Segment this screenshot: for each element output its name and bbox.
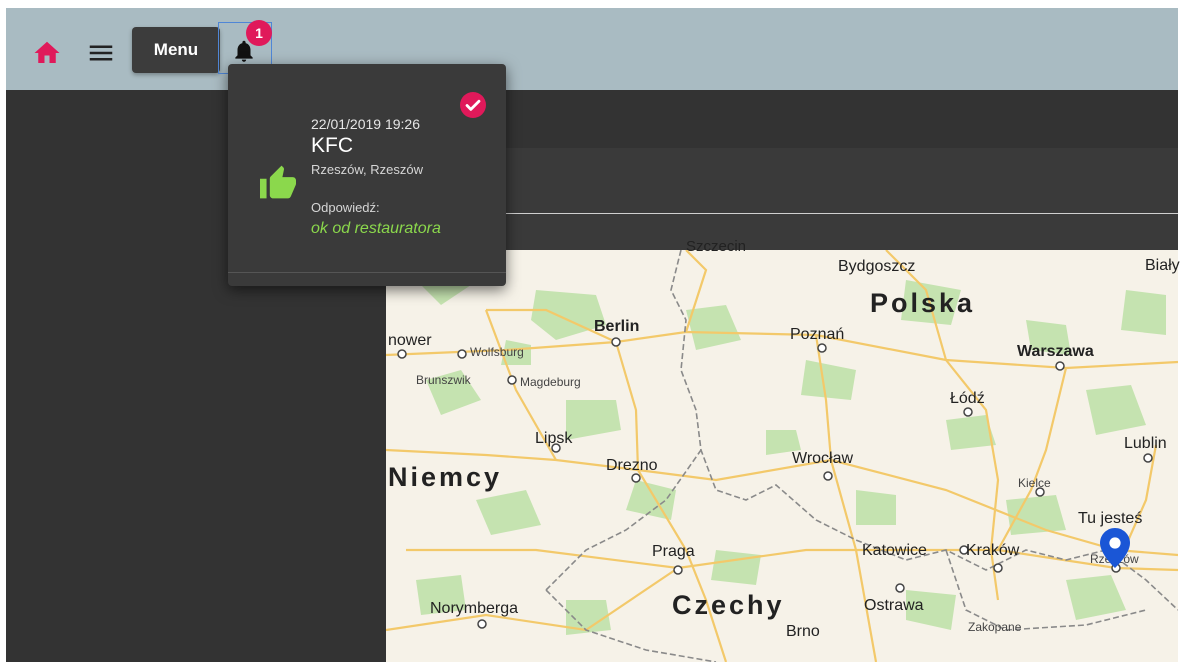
popup-divider [228,272,506,273]
city-label-norymberga: Norymberga [430,600,519,617]
country-label-niemcy: Niemcy [388,462,503,492]
city-label-lipsk: Lipsk [535,430,573,447]
city-label-lodz: Łódź [950,390,985,407]
city-label-berlin: Berlin [594,318,640,335]
city-label-kielce: Kielce [1018,476,1051,490]
you-are-here-label: Tu jesteś [1078,510,1143,527]
city-label-magdeburg: Magdeburg [520,375,581,389]
city-label-krakow: Kraków [966,542,1020,559]
city-label-poznan: Poznań [790,326,845,343]
city-label-brno: Brno [786,623,820,640]
city-label-drezno: Drezno [606,457,658,474]
top-bar: Menu [6,8,1178,90]
city-label-szczecin: Szczecin [686,238,747,255]
notification-title: KFC [311,134,353,157]
city-label-hanower: nower [388,332,432,349]
notification-count-badge: 1 [246,20,272,46]
forest-areas [406,260,1166,635]
response-label: Odpowiedź: [311,200,380,215]
notification-location: Rzeszów, Rzeszów [311,162,423,177]
city-label-lublin: Lublin [1124,435,1167,452]
menu-button[interactable]: Menu [132,27,220,73]
city-label-katowice: Katowice [862,542,927,559]
country-label-czechy: Czechy [672,590,785,620]
city-label-warszawa: Warszawa [1017,343,1094,360]
notification-date: 22/01/2019 19:26 [311,116,420,132]
city-label-bydgoszcz: Bydgoszcz [838,258,916,275]
country-label-polska: Polska [870,288,976,318]
map-pin-icon[interactable] [1100,528,1130,568]
thumbs-up-icon [260,165,296,199]
home-icon[interactable] [32,38,62,68]
check-circle-icon[interactable] [460,92,486,118]
city-label-zakopane: Zakopane [968,620,1022,634]
city-label-wolfsburg: Wolfsburg [470,345,524,359]
app-screen: Menu 1 Szczecin Bydgoszcz Biały Polska B… [0,0,1183,662]
city-label-ostrawa: Ostrawa [864,597,924,614]
city-label-brunszwik: Brunszwik [416,373,471,387]
city-label-praga: Praga [652,543,695,560]
hamburger-icon[interactable] [86,38,116,68]
city-label-bialy: Biały [1145,257,1180,274]
city-label-wroclaw: Wrocław [792,450,854,467]
response-text: ok od restauratora [311,220,441,237]
notification-popup: 22/01/2019 19:26 KFC Rzeszów, Rzeszów Od… [228,64,506,286]
